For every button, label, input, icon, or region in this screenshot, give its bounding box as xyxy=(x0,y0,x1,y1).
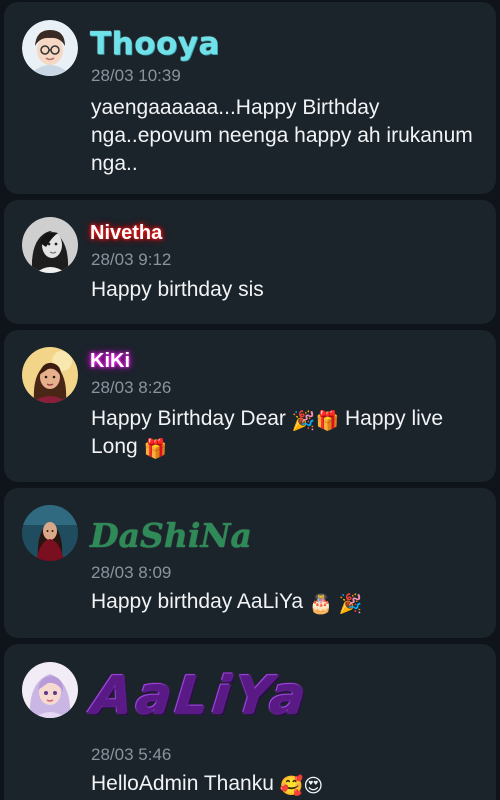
comment-card: DaShiNa 28/03 8:09 Happy birthday AaLiYa… xyxy=(4,488,496,638)
cartoon-girl-avatar-icon[interactable] xyxy=(22,662,78,718)
party-popper-icon: 🎉 xyxy=(291,410,316,432)
heart-eyes-icon: 😍 xyxy=(303,775,324,797)
comment-timestamp: 28/03 8:09 xyxy=(91,563,172,582)
comment-card: KiKi 28/03 8:26 Happy Birthday Dear 🎉🎁 H… xyxy=(4,330,496,482)
smiling-face-with-hearts-icon: 🥰 xyxy=(279,775,304,797)
commenter-name[interactable]: Thooya xyxy=(90,26,220,62)
comment-message: HelloAdmin Thanku 🥰😍 xyxy=(91,770,476,798)
comment-card: AaLiYa 28/03 5:46 HelloAdmin Thanku 🥰😍 xyxy=(4,644,496,800)
birthday-cake-icon: 🎂 xyxy=(308,593,333,615)
woman-red-dress-avatar-icon[interactable] xyxy=(22,505,78,561)
comment-message: Happy birthday AaLiYa 🎂 🎉 xyxy=(91,588,476,616)
comment-message: Happy birthday sis xyxy=(91,278,264,301)
message-text: HelloAdmin Thanku xyxy=(91,772,274,795)
message-text: Happy birthday AaLiYa xyxy=(91,590,304,613)
comment-message: yaengaaaaaa...Happy Birthday nga..epovum… xyxy=(91,96,473,175)
comment-card: Nivetha 28/03 9:12 Happy birthday sis xyxy=(4,200,496,324)
comment-timestamp: 28/03 8:26 xyxy=(91,378,172,397)
comment-message: Happy Birthday Dear 🎉🎁 Happy live Long 🎁 xyxy=(91,405,476,461)
comment-timestamp: 28/03 9:12 xyxy=(91,250,172,269)
cartoon-boy-avatar-icon[interactable] xyxy=(22,20,78,76)
message-text: Happy Birthday Dear xyxy=(91,407,286,430)
commenter-name[interactable]: KiKi xyxy=(90,350,130,373)
commenter-name[interactable]: AaLiYa xyxy=(89,666,312,726)
gift-icon: 🎁 xyxy=(315,410,340,432)
comment-timestamp: 28/03 10:39 xyxy=(91,66,181,85)
party-popper-icon: 🎉 xyxy=(338,593,363,615)
comment-feed: Thooya 28/03 10:39 yaengaaaaaa...Happy B… xyxy=(0,0,500,800)
woman-portrait-avatar-icon[interactable] xyxy=(22,347,78,403)
commenter-name[interactable]: Nivetha xyxy=(90,222,162,245)
comment-timestamp: 28/03 5:46 xyxy=(91,745,172,764)
gift-icon: 🎁 xyxy=(143,438,168,460)
comment-card: Thooya 28/03 10:39 yaengaaaaaa...Happy B… xyxy=(4,2,496,194)
commenter-name[interactable]: DaShiNa xyxy=(90,516,252,555)
woman-bw-avatar-icon[interactable] xyxy=(22,217,78,273)
